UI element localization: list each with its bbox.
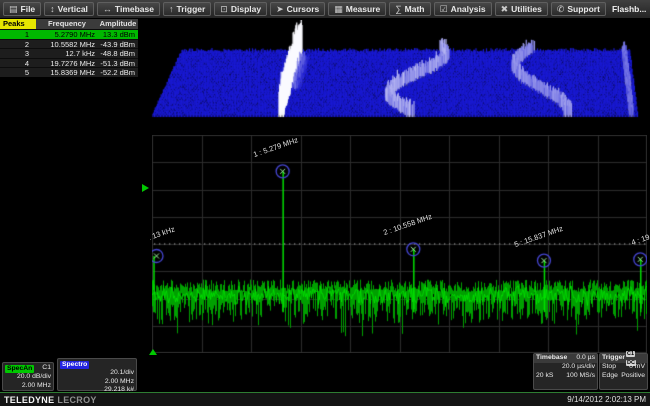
peaks-header-cell: Peaks: [0, 19, 36, 29]
peak-number: 5: [0, 68, 36, 78]
trigger-title: Trigger: [602, 354, 625, 363]
vertical-icon: ↕: [50, 5, 55, 14]
peak-amplitude: 13.3 dBm: [98, 30, 138, 40]
peak-number: 3: [0, 49, 36, 59]
peak-amplitude: -43.9 dBm: [98, 40, 138, 50]
brand-secondary: LECROY: [57, 395, 96, 405]
peak-number: 1: [0, 30, 36, 40]
timebase-scale: 20.0 µs/div: [536, 363, 595, 372]
scope-app: ▤File ↕Vertical ↔Timebase ↑Trigger ⊡Disp…: [0, 0, 650, 406]
table-row[interactable]: 5 15.8369 MHz -52.2 dBm: [0, 67, 138, 77]
utilities-icon: ✖: [501, 5, 509, 14]
menu-file[interactable]: ▤File: [3, 2, 41, 16]
table-row[interactable]: 3 12.7 kHz -48.8 dBm: [0, 48, 138, 58]
peak-frequency: 5.2790 MHz: [36, 30, 98, 40]
menu-vertical-label: Vertical: [58, 4, 88, 14]
menu-measure[interactable]: ▦Measure: [328, 2, 386, 16]
menu-bar: ▤File ↕Vertical ↔Timebase ↑Trigger ⊡Disp…: [0, 0, 650, 18]
display-icon: ⊡: [220, 5, 228, 14]
menu-display[interactable]: ⊡Display: [214, 2, 267, 16]
spectro-scale: 20.1/div: [60, 369, 134, 378]
menu-cursors-label: Cursors: [287, 4, 320, 14]
measure-icon: ▦: [334, 5, 343, 14]
menu-support[interactable]: ✆Support: [551, 2, 606, 16]
menu-support-label: Support: [567, 4, 600, 14]
peak-number: 2: [0, 40, 36, 50]
menu-timebase-label: Timebase: [115, 4, 154, 14]
peaks-table-header: Peaks Frequency Amplitude: [0, 19, 138, 29]
specan-scale: 20.0 dB/div: [5, 373, 51, 382]
menu-timebase[interactable]: ↔Timebase: [97, 2, 160, 16]
trigger-slope: Positive: [621, 372, 645, 381]
menu-display-label: Display: [231, 4, 261, 14]
menu-utilities-label: Utilities: [511, 4, 542, 14]
menu-vertical[interactable]: ↕Vertical: [44, 2, 94, 16]
specan-descriptor-box[interactable]: SpecAn C1 20.0 dB/div 2.00 MHz: [2, 362, 54, 391]
peak-amplitude: -48.8 dBm: [98, 49, 138, 59]
spectro-span: 2.00 MHz: [60, 378, 134, 387]
brand-primary: TELEDYNE: [4, 395, 54, 405]
math-icon: ∑: [395, 5, 401, 14]
trigger-descriptor-box[interactable]: Trigger C1 DC Stop 0 mV Edge Positive: [599, 353, 648, 390]
menu-utilities[interactable]: ✖Utilities: [495, 2, 548, 16]
table-row[interactable]: 1 5.2790 MHz 13.3 dBm: [0, 29, 138, 39]
table-row[interactable]: 4 19.7276 MHz -51.3 dBm: [0, 58, 138, 68]
menu-file-label: File: [21, 4, 36, 14]
peak-frequency: 19.7276 MHz: [36, 59, 98, 69]
menu-trigger[interactable]: ↑Trigger: [163, 2, 211, 16]
analysis-icon: ☑: [440, 5, 448, 14]
timebase-rate: 100 MS/s: [566, 372, 595, 381]
spectro-label: Spectro: [60, 361, 89, 369]
menu-analysis[interactable]: ☑Analysis: [434, 2, 492, 16]
timebase-icon: ↔: [103, 5, 112, 14]
trigger-delay-indicator[interactable]: [149, 349, 157, 355]
timebase-samples: 20 kS: [536, 372, 553, 381]
trigger-mode: Stop: [602, 363, 616, 372]
timebase-descriptor-box[interactable]: Timebase 0.0 µs 20.0 µs/div 20 kS 100 MS…: [533, 353, 598, 390]
peaks-table: Peaks Frequency Amplitude 1 5.2790 MHz 1…: [0, 19, 138, 77]
timebase-title: Timebase: [536, 354, 567, 363]
spectrum-plot: 1 : 5.279 MHz 2 : 10.558 MHz 3 : 13 kHz …: [150, 132, 650, 358]
spectrogram-3d-view: [150, 20, 650, 128]
peak-frequency: 10.5582 MHz: [36, 40, 98, 50]
support-icon: ✆: [557, 5, 565, 14]
specan-label: SpecAn: [5, 365, 34, 373]
cursors-icon: ➤: [276, 5, 284, 14]
peak-frequency: 12.7 kHz: [36, 49, 98, 59]
peak-amplitude: -52.2 dBm: [98, 68, 138, 78]
file-icon: ▤: [9, 5, 18, 14]
specan-channel: C1: [42, 364, 51, 373]
peak-frequency: 15.8369 MHz: [36, 68, 98, 78]
spectro-descriptor-box[interactable]: Spectro 20.1/div 2.00 MHz 29.218 k#: [57, 358, 137, 391]
status-bar: TELEDYNELECROY 9/14/2012 2:02:13 PM: [0, 392, 650, 406]
trace-position-indicator[interactable]: [142, 184, 149, 192]
menu-cursors[interactable]: ➤Cursors: [270, 2, 325, 16]
peak-amplitude: -51.3 dBm: [98, 59, 138, 69]
trigger-icon: ↑: [169, 5, 174, 14]
specan-span: 2.00 MHz: [5, 382, 51, 391]
spectrum-trace-canvas: [152, 135, 647, 353]
frequency-header-cell: Frequency: [36, 19, 98, 29]
trigger-type: Edge: [602, 372, 618, 381]
timebase-offset: 0.0 µs: [576, 354, 595, 363]
trigger-source-badge: C1: [626, 351, 635, 357]
table-row[interactable]: 2 10.5582 MHz -43.9 dBm: [0, 39, 138, 49]
flashback-status: Flashb...: [612, 4, 646, 14]
menu-math-label: Math: [405, 4, 425, 14]
menu-trigger-label: Trigger: [176, 4, 205, 14]
trigger-level: 0 mV: [629, 363, 645, 372]
brand-logo: TELEDYNELECROY: [4, 395, 97, 405]
peak-number: 4: [0, 59, 36, 69]
datetime-display: 9/14/2012 2:02:13 PM: [567, 395, 646, 404]
amplitude-header-cell: Amplitude: [98, 19, 138, 29]
menu-analysis-label: Analysis: [451, 4, 486, 14]
menu-math[interactable]: ∑ Math: [389, 2, 430, 16]
menu-measure-label: Measure: [346, 4, 381, 14]
